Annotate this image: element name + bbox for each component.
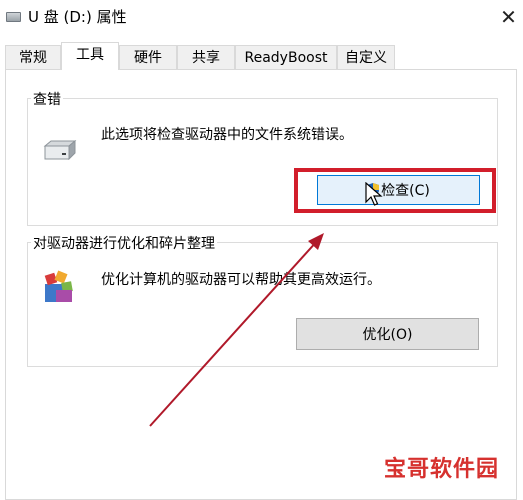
close-button[interactable]: ✕ (494, 0, 523, 34)
optimize-button[interactable]: 优化(O) (296, 318, 479, 350)
optimize-button-label: 优化(O) (362, 327, 413, 343)
tab-tools[interactable]: 工具 (61, 42, 119, 70)
window-title: U 盘 (D:) 属性 (28, 8, 127, 26)
error-check-description: 此选项将检查驱动器中的文件系统错误。 (101, 127, 353, 143)
title-bar: U 盘 (D:) 属性 ✕ (0, 0, 523, 34)
drive-icon (43, 140, 77, 160)
drive-icon (6, 12, 21, 22)
tab-hardware[interactable]: 硬件 (119, 45, 177, 69)
tab-readyboost[interactable]: ReadyBoost (235, 45, 337, 69)
optimize-title: 对驱动器进行优化和碎片整理 (31, 233, 217, 253)
mouse-cursor-icon (365, 182, 383, 206)
defrag-icon (44, 270, 73, 302)
tab-sharing[interactable]: 共享 (177, 45, 235, 69)
tab-customize[interactable]: 自定义 (337, 45, 395, 69)
error-check-title: 查错 (31, 89, 63, 109)
highlight-box (294, 168, 496, 213)
optimize-description: 优化计算机的驱动器可以帮助其更高效运行。 (101, 272, 381, 288)
tab-strip: 常规 工具 硬件 共享 ReadyBoost 自定义 (0, 42, 523, 70)
tab-general[interactable]: 常规 (5, 45, 61, 69)
watermark-text: 宝哥软件园 (384, 457, 500, 482)
